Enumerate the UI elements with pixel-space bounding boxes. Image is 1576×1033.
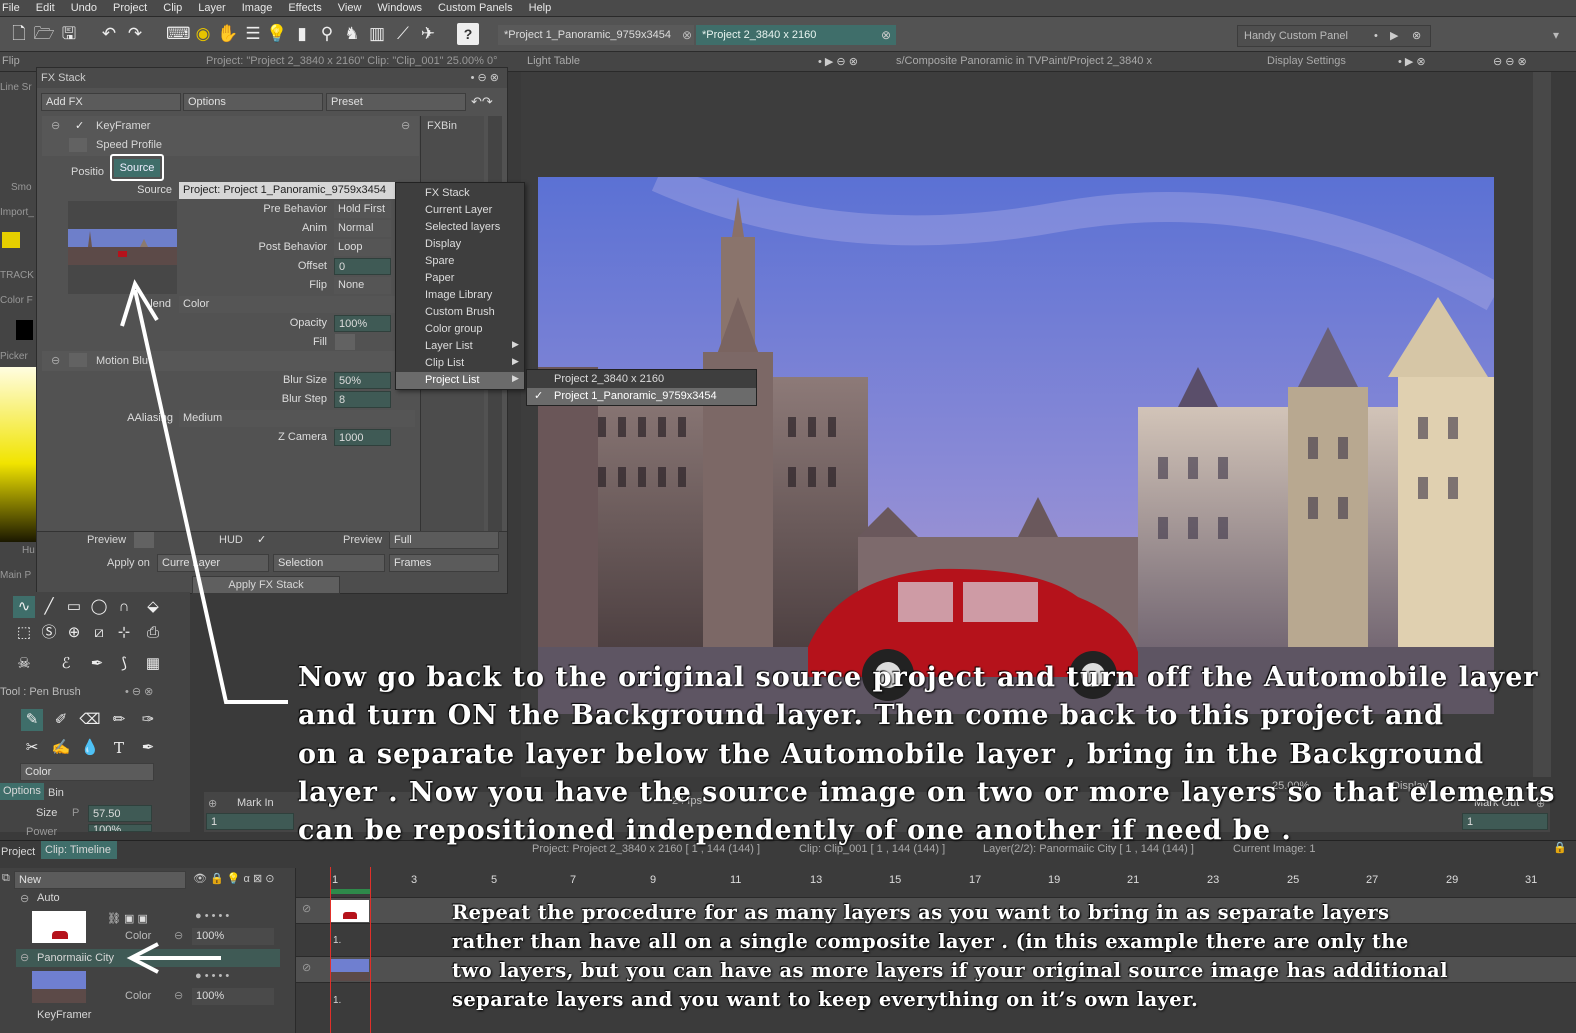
annotation-line: two layers, but you can have as more lay… [452, 959, 1448, 982]
annotation-line: Repeat the procedure for as many layers … [452, 901, 1390, 924]
annotation-line: Now go back to the original source proje… [298, 662, 1539, 693]
annotation-line: layer . Now you have the source image on… [298, 776, 1556, 808]
annotation-line: and turn ON the Background layer. Then c… [298, 700, 1444, 732]
secondary-annotation: Repeat the procedure for as many layers … [452, 898, 1448, 1014]
annotation-line: separate layers and you want to keep eve… [452, 988, 1199, 1011]
annotation-line: can be repositioned independently of one… [298, 815, 1292, 847]
main-annotation: Now go back to the original source proje… [298, 659, 1555, 850]
annotation-line: on a separate layer below the Automobile… [298, 738, 1484, 770]
annotation-line: rather than have all on a single composi… [452, 930, 1409, 953]
annotation-arrows [120, 279, 288, 974]
